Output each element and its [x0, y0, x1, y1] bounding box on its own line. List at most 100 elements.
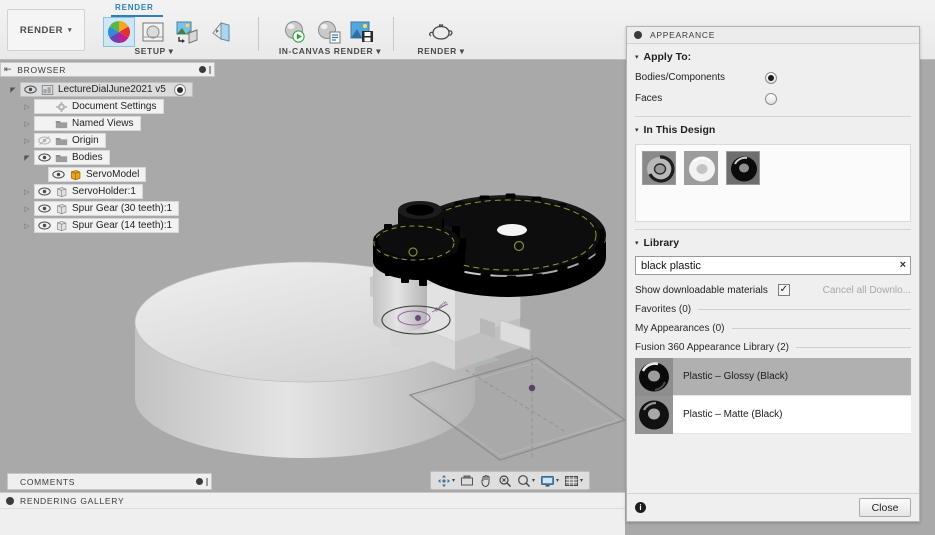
tree-node-origin[interactable]: Origin: [34, 133, 106, 148]
material-row-plastic-matte-black[interactable]: Plastic – Matte (Black): [635, 395, 911, 434]
appearance-dialog-titlebar[interactable]: APPEARANCE: [627, 27, 919, 44]
comments-minimize-icon[interactable]: [196, 478, 203, 485]
workspace-switcher-button[interactable]: RENDER ▾: [7, 9, 85, 51]
tree-node-servomodel[interactable]: ServoModel: [48, 167, 147, 182]
comments-resize-handle[interactable]: [206, 477, 208, 486]
tree-node-label: Spur Gear (30 teeth):1: [72, 203, 173, 214]
library-material-list: Plastic – Glossy (Black) Plastic – Matte…: [635, 357, 911, 434]
browser-tree-row[interactable]: ◤ Bodies: [0, 149, 215, 166]
browser-header[interactable]: ⇤ BROWSER: [0, 62, 215, 77]
visibility-eye-icon[interactable]: [38, 220, 51, 231]
browser-tree-row[interactable]: ◤ LectureDialJune2021 v5: [0, 81, 215, 98]
tree-node-named-views[interactable]: Named Views: [34, 116, 141, 131]
close-button[interactable]: Close: [859, 498, 911, 517]
browser-minimize-icon[interactable]: [199, 66, 206, 73]
browser-tree: ◤ LectureDialJune2021 v5 ▷ Document Setting…: [0, 77, 215, 234]
chevron-down-icon[interactable]: ▾: [580, 477, 583, 484]
chevron-down-icon: ▾: [168, 46, 174, 56]
capture-image-icon[interactable]: [347, 17, 379, 47]
comments-bar[interactable]: COMMENTS: [7, 473, 212, 490]
visibility-eye-icon[interactable]: [38, 186, 51, 197]
browser-resize-handle[interactable]: [209, 65, 211, 74]
render-teapot-icon[interactable]: [425, 17, 457, 47]
toolbar-group-in-canvas-render: IN-CANVAS RENDER ▾: [274, 0, 386, 60]
orbit-icon[interactable]: ▾: [435, 472, 457, 489]
tree-collapse-arrow-icon[interactable]: ◤: [6, 86, 20, 94]
in-this-design-section-header[interactable]: ▾ In This Design: [627, 117, 919, 140]
texture-map-controls-icon[interactable]: [171, 17, 203, 47]
chevron-down-icon: ▾: [635, 127, 639, 134]
body-icon: [55, 186, 68, 198]
divider: [698, 309, 911, 310]
visibility-eye-icon[interactable]: [38, 203, 51, 214]
display-settings-icon[interactable]: ▾: [538, 472, 561, 489]
tree-node-document-settings[interactable]: Document Settings: [34, 99, 164, 114]
appearance-swatch-black-plastic[interactable]: [726, 151, 760, 185]
tree-expand-arrow-icon[interactable]: ▷: [20, 188, 34, 196]
chevron-down-icon[interactable]: ▾: [452, 477, 455, 484]
tree-node-label: ServoHolder:1: [72, 186, 136, 197]
library-section-header[interactable]: ▾ Library: [627, 230, 919, 253]
tree-node-spur-gear-14-teeth-1[interactable]: Spur Gear (14 teeth):1: [34, 218, 180, 233]
radio-faces[interactable]: [765, 92, 777, 105]
tree-expand-arrow-icon[interactable]: ▷: [20, 137, 34, 145]
view-navigation-bar: ▾ ▾ ▾ ▾: [430, 471, 591, 490]
tree-expand-arrow-icon[interactable]: ▷: [20, 205, 34, 213]
visibility-eye-icon[interactable]: [38, 152, 51, 163]
browser-tree-row[interactable]: ▷ Origin: [0, 132, 215, 149]
look-at-icon[interactable]: [458, 472, 476, 489]
browser-tree-row[interactable]: ▷ Document Settings: [0, 98, 215, 115]
tree-node-lecturedialjune2021-v5[interactable]: LectureDialJune2021 v5: [20, 82, 193, 97]
info-icon[interactable]: i: [635, 502, 646, 513]
tree-node-label: Spur Gear (14 teeth):1: [72, 220, 173, 231]
document-icon: [41, 84, 54, 96]
library-group-fusion360-library[interactable]: Fusion 360 Appearance Library (2): [635, 342, 911, 353]
visibility-eye-icon[interactable]: [24, 84, 37, 95]
chevron-down-icon[interactable]: ▾: [556, 477, 559, 484]
zoom-icon[interactable]: ▾: [515, 472, 537, 489]
apply-to-section-header[interactable]: ▾ Apply To:: [627, 44, 919, 67]
library-group-favorites[interactable]: Favorites (0): [635, 304, 911, 315]
radio-bodies-components[interactable]: [765, 71, 777, 84]
appearance-swatch-grey-plastic[interactable]: [642, 151, 676, 185]
tree-node-servoholder-1[interactable]: ServoHolder:1: [34, 184, 143, 199]
browser-tree-row[interactable]: ▷ Spur Gear (14 teeth):1: [0, 217, 215, 234]
material-row-plastic-glossy-black[interactable]: Plastic – Glossy (Black): [635, 357, 911, 396]
tree-node-spur-gear-30-teeth-1[interactable]: Spur Gear (30 teeth):1: [34, 201, 180, 216]
comments-label: COMMENTS: [20, 476, 76, 487]
scene-settings-icon[interactable]: [137, 17, 169, 47]
gallery-minimize-icon[interactable]: [6, 496, 14, 505]
render-properties-icon[interactable]: [313, 17, 345, 47]
in-canvas-render-play-icon[interactable]: [279, 17, 311, 47]
clear-search-icon[interactable]: ×: [900, 259, 906, 272]
visibility-eye-off-icon[interactable]: [38, 135, 51, 146]
zoom-window-icon[interactable]: [496, 472, 514, 489]
active-document-radio[interactable]: [173, 83, 186, 96]
dialog-minimize-icon[interactable]: [634, 31, 642, 39]
appearance-color-wheel-icon[interactable]: [103, 17, 135, 47]
browser-tree-row[interactable]: ▷ ServoHolder:1: [0, 183, 215, 200]
apply-to-option-bodies[interactable]: Bodies/Components: [627, 67, 919, 88]
collapse-panel-icon[interactable]: ⇤: [4, 64, 12, 75]
library-group-my-appearances[interactable]: My Appearances (0): [635, 323, 911, 334]
decal-icon[interactable]: [205, 17, 237, 47]
browser-tree-row[interactable]: ServoModel: [0, 166, 215, 183]
rendering-gallery-header[interactable]: RENDERING GALLERY: [0, 493, 625, 509]
chevron-down-icon[interactable]: ▾: [532, 477, 535, 484]
matte-black-torus-icon: [635, 395, 673, 434]
tree-expand-arrow-icon[interactable]: ▷: [20, 120, 34, 128]
cancel-all-downloads-button[interactable]: Cancel all Downlo...: [823, 285, 911, 296]
grid-snaps-icon[interactable]: ▾: [562, 472, 585, 489]
browser-tree-row[interactable]: ▷ Spur Gear (30 teeth):1: [0, 200, 215, 217]
appearance-swatch-white-plastic[interactable]: [684, 151, 718, 185]
browser-tree-row[interactable]: ▷ Named Views: [0, 115, 215, 132]
visibility-eye-icon[interactable]: [52, 169, 65, 180]
tree-expand-arrow-icon[interactable]: ▷: [20, 222, 34, 230]
tree-expand-arrow-icon[interactable]: ▷: [20, 103, 34, 111]
tree-collapse-arrow-icon[interactable]: ◤: [20, 154, 34, 162]
tree-node-bodies[interactable]: Bodies: [34, 150, 110, 165]
apply-to-option-faces[interactable]: Faces: [627, 88, 919, 109]
library-search-input[interactable]: [635, 256, 911, 275]
pan-hand-icon[interactable]: [477, 472, 495, 489]
show-downloadable-checkbox[interactable]: ✓: [777, 284, 790, 296]
